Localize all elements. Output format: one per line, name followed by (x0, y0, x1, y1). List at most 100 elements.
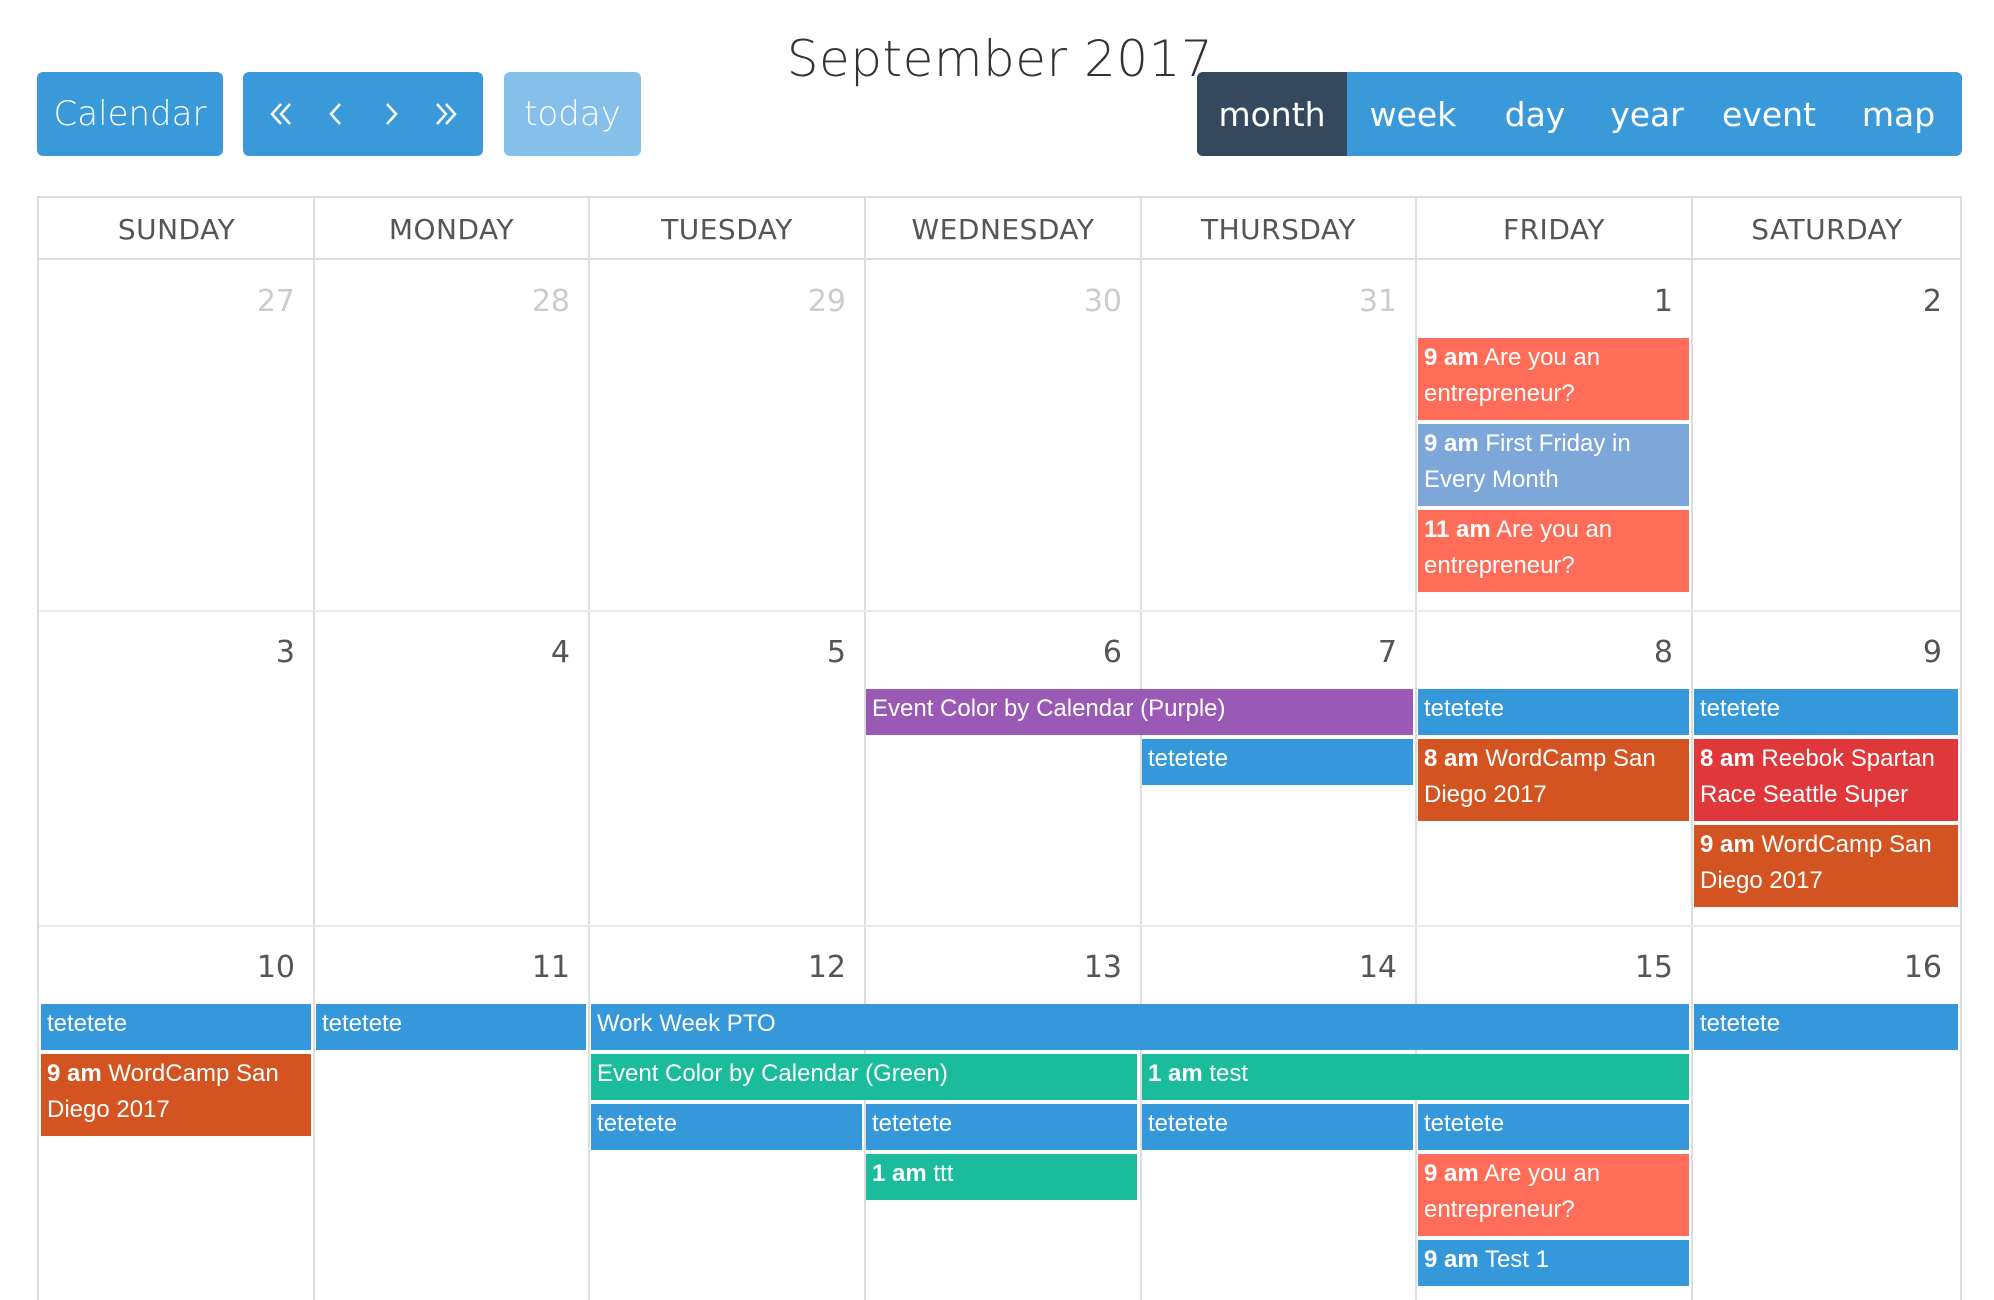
day-number: 16 (1903, 950, 1942, 985)
event-title: test (1209, 1060, 1249, 1087)
navigation-button-group (243, 72, 483, 156)
day-number: 1 (1653, 284, 1673, 319)
day-number: 6 (1102, 635, 1122, 670)
day-number: 4 (550, 635, 570, 670)
day-number: 9 (1922, 635, 1942, 670)
tab-event[interactable]: event (1703, 72, 1835, 156)
calendar-event[interactable]: tetetete (1418, 1104, 1689, 1150)
event-time: 11 am (1424, 516, 1491, 543)
calendar-event[interactable]: 9 am WordCamp San Diego 2017 (1694, 825, 1958, 907)
day-header-saturday: SATURDAY (1751, 212, 1903, 246)
calendar-event[interactable]: 9 am Are you an entrepreneur? (1418, 338, 1689, 420)
month-grid: SUNDAY MONDAY TUESDAY WEDNESDAY THURSDAY… (37, 196, 1962, 1300)
event-title: tetetete (1424, 695, 1505, 722)
today-button[interactable]: today (504, 72, 641, 156)
right-icon[interactable] (366, 89, 416, 139)
event-title: tetetete (1700, 1010, 1781, 1037)
day-header-wednesday: WEDNESDAY (911, 212, 1095, 246)
view-switcher: month week day year event map (1197, 72, 1962, 156)
calendar-event[interactable]: tetetete (1418, 689, 1689, 735)
day-number: 8 (1653, 635, 1673, 670)
event-title: tetetete (322, 1010, 403, 1037)
day-number: 30 (1083, 284, 1122, 319)
calendar-event[interactable]: tetetete (1142, 739, 1413, 785)
event-time: 9 am (1424, 430, 1479, 457)
event-title: Event Color by Calendar (Green) (597, 1060, 948, 1087)
event-title: ttt (933, 1160, 954, 1187)
tab-year[interactable]: year (1591, 72, 1703, 156)
event-time: 1 am (872, 1160, 927, 1187)
event-title: tetetete (1148, 745, 1229, 772)
tab-day[interactable]: day (1479, 72, 1591, 156)
event-title: tetetete (1148, 1110, 1229, 1137)
event-title: tetetete (47, 1010, 128, 1037)
day-number: 5 (826, 635, 846, 670)
calendar-event[interactable]: tetetete (866, 1104, 1137, 1150)
event-time: 9 am (1700, 831, 1755, 858)
calendar-event[interactable]: tetetete (1694, 1004, 1958, 1050)
day-number: 27 (256, 284, 295, 319)
calendar-event[interactable]: 8 am Reebok Spartan Race Seattle Super (1694, 739, 1958, 821)
tab-month[interactable]: month (1197, 72, 1347, 156)
event-title: Event Color by Calendar (Purple) (872, 695, 1226, 722)
calendar-event[interactable]: Work Week PTO (591, 1004, 1689, 1050)
tab-map[interactable]: map (1835, 72, 1962, 156)
week-divider (39, 925, 1960, 927)
calendar-event[interactable]: tetetete (41, 1004, 311, 1050)
event-time: 9 am (1424, 344, 1479, 371)
day-number: 12 (807, 950, 846, 985)
calendar-event[interactable]: 9 am First Friday in Every Month (1418, 424, 1689, 506)
double-left-icon[interactable] (256, 89, 306, 139)
left-icon[interactable] (311, 89, 361, 139)
event-title: tetetete (1700, 695, 1781, 722)
calendar-event[interactable]: Event Color by Calendar (Purple) (866, 689, 1413, 735)
event-title: Test 1 (1484, 1246, 1549, 1273)
day-number: 3 (275, 635, 295, 670)
event-time: 1 am (1148, 1060, 1203, 1087)
column-divider (1691, 198, 1693, 1300)
day-header-friday: FRIDAY (1503, 212, 1605, 246)
day-number: 14 (1358, 950, 1397, 985)
calendar-event[interactable]: 8 am WordCamp San Diego 2017 (1418, 739, 1689, 821)
event-time: 8 am (1700, 745, 1755, 772)
column-divider (588, 198, 590, 1300)
event-title: tetetete (872, 1110, 953, 1137)
calendar-event[interactable]: tetetete (1142, 1104, 1413, 1150)
column-divider (313, 198, 315, 1300)
calendar-event[interactable]: 9 am Test 1 (1418, 1240, 1689, 1286)
calendar-event[interactable]: tetetete (316, 1004, 586, 1050)
calendar-event[interactable]: 9 am Are you an entrepreneur? (1418, 1154, 1689, 1236)
event-title: tetetete (1424, 1110, 1505, 1137)
day-number: 11 (531, 950, 570, 985)
calendar-button[interactable]: Calendar (37, 72, 223, 156)
day-header-sunday: SUNDAY (117, 212, 236, 246)
day-number: 15 (1634, 950, 1673, 985)
event-time: 9 am (1424, 1160, 1479, 1187)
day-number: 13 (1083, 950, 1122, 985)
day-number: 10 (256, 950, 295, 985)
week-divider (39, 610, 1960, 612)
calendar-event[interactable]: Event Color by Calendar (Green) (591, 1054, 1137, 1100)
calendar-event[interactable]: tetetete (591, 1104, 862, 1150)
tab-week[interactable]: week (1347, 72, 1479, 156)
event-time: 9 am (47, 1060, 102, 1087)
day-header-thursday: THURSDAY (1200, 212, 1357, 246)
event-title: Work Week PTO (597, 1010, 776, 1037)
event-title: tetetete (597, 1110, 678, 1137)
calendar-event[interactable]: 1 am ttt (866, 1154, 1137, 1200)
calendar-event[interactable]: 11 am Are you an entrepreneur? (1418, 510, 1689, 592)
event-time: 9 am (1424, 1246, 1479, 1273)
calendar-event[interactable]: 1 am test (1142, 1054, 1689, 1100)
day-number: 7 (1377, 635, 1397, 670)
column-divider (1415, 198, 1417, 1300)
day-header-monday: MONDAY (388, 212, 515, 246)
day-header-row: SUNDAY MONDAY TUESDAY WEDNESDAY THURSDAY… (39, 198, 1960, 260)
day-number: 31 (1358, 284, 1397, 319)
calendar-event[interactable]: 9 am WordCamp San Diego 2017 (41, 1054, 311, 1136)
day-number: 2 (1922, 284, 1942, 319)
calendar-event[interactable]: tetetete (1694, 689, 1958, 735)
day-header-tuesday: TUESDAY (661, 212, 793, 246)
double-right-icon[interactable] (421, 89, 471, 139)
day-number: 29 (807, 284, 846, 319)
day-number: 28 (531, 284, 570, 319)
